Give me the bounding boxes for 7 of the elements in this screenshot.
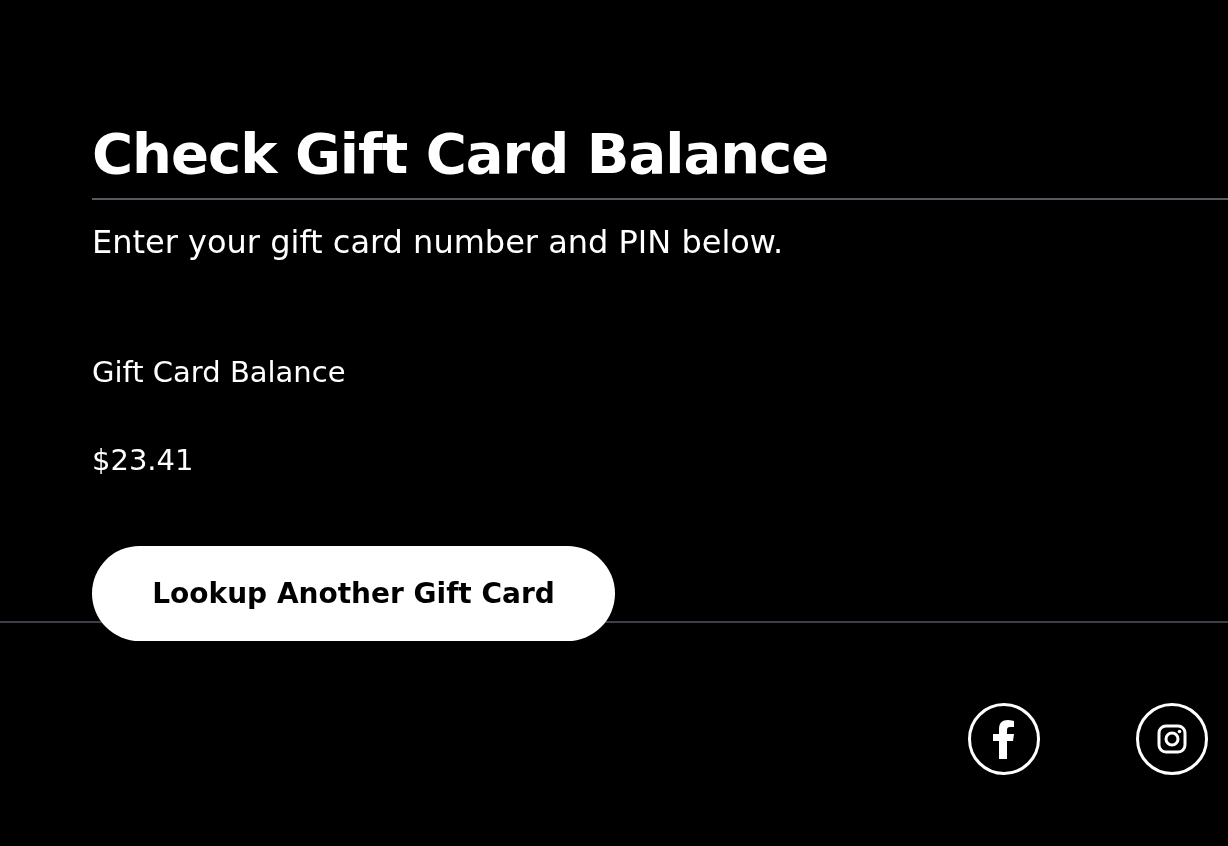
instructions-text: Enter your gift card number and PIN below. [92,222,785,263]
lookup-button[interactable]: Lookup Another Gift Card [92,546,615,641]
facebook-icon[interactable] [968,703,1040,775]
balance-label: Gift Card Balance [92,354,346,391]
page-title: Check Gift Card Balance [92,120,830,188]
instagram-icon[interactable] [1136,703,1208,775]
balance-amount: $23.41 [92,442,194,479]
